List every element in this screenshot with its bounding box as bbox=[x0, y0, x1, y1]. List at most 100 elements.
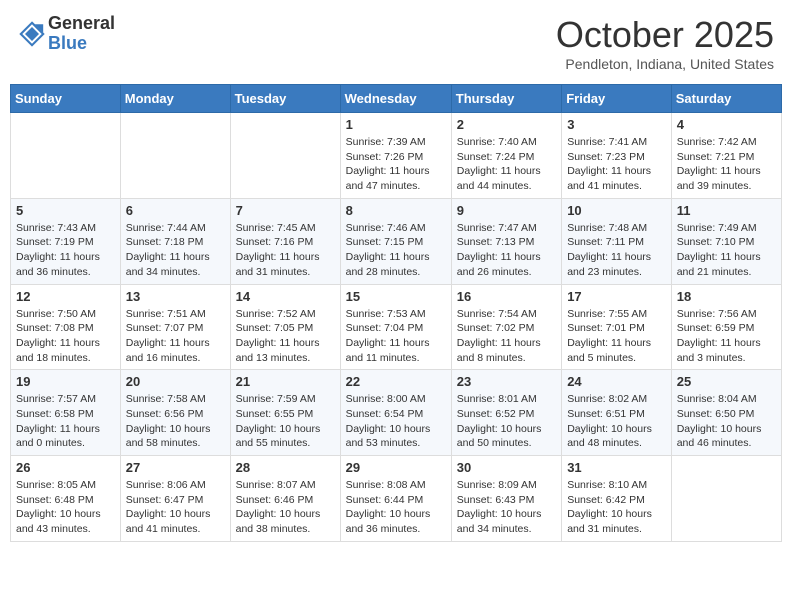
day-cell: 31 Sunrise: 8:10 AMSunset: 6:42 PMDayligh… bbox=[562, 456, 672, 542]
day-number: 28 bbox=[236, 460, 335, 475]
day-content: Sunrise: 7:49 AMSunset: 7:10 PMDaylight:… bbox=[677, 221, 776, 280]
logo-blue: Blue bbox=[48, 34, 115, 54]
day-content: Sunrise: 7:41 AMSunset: 7:23 PMDaylight:… bbox=[567, 135, 666, 194]
day-content: Sunrise: 7:56 AMSunset: 6:59 PMDaylight:… bbox=[677, 307, 776, 366]
day-cell: 10 Sunrise: 7:48 AMSunset: 7:11 PMDayligh… bbox=[562, 198, 672, 284]
weekday-header-wednesday: Wednesday bbox=[340, 85, 451, 113]
day-cell: 7 Sunrise: 7:45 AMSunset: 7:16 PMDaylight… bbox=[230, 198, 340, 284]
day-cell: 25 Sunrise: 8:04 AMSunset: 6:50 PMDayligh… bbox=[671, 370, 781, 456]
page-header: General Blue October 2025 Pendleton, Ind… bbox=[10, 10, 782, 76]
day-cell bbox=[671, 456, 781, 542]
day-content: Sunrise: 7:42 AMSunset: 7:21 PMDaylight:… bbox=[677, 135, 776, 194]
day-cell bbox=[11, 113, 121, 199]
day-number: 30 bbox=[457, 460, 556, 475]
day-number: 23 bbox=[457, 374, 556, 389]
day-cell: 23 Sunrise: 8:01 AMSunset: 6:52 PMDayligh… bbox=[451, 370, 561, 456]
logo-icon bbox=[18, 20, 46, 48]
week-row-3: 12 Sunrise: 7:50 AMSunset: 7:08 PMDayligh… bbox=[11, 284, 782, 370]
day-cell: 1Sunrise: 7:39 AMSunset: 7:26 PMDaylight… bbox=[340, 113, 451, 199]
day-content: Sunrise: 7:43 AMSunset: 7:19 PMDaylight:… bbox=[16, 221, 115, 280]
day-number: 16 bbox=[457, 289, 556, 304]
day-number: 9 bbox=[457, 203, 556, 218]
day-number: 1 bbox=[346, 117, 446, 132]
day-content: Sunrise: 8:10 AMSunset: 6:42 PMDaylight:… bbox=[567, 478, 666, 537]
day-content: Sunrise: 7:40 AMSunset: 7:24 PMDaylight:… bbox=[457, 135, 556, 194]
day-number: 10 bbox=[567, 203, 666, 218]
day-content: Sunrise: 7:51 AMSunset: 7:07 PMDaylight:… bbox=[126, 307, 225, 366]
day-number: 4 bbox=[677, 117, 776, 132]
day-number: 26 bbox=[16, 460, 115, 475]
day-content: Sunrise: 7:44 AMSunset: 7:18 PMDaylight:… bbox=[126, 221, 225, 280]
day-number: 7 bbox=[236, 203, 335, 218]
day-content: Sunrise: 8:09 AMSunset: 6:43 PMDaylight:… bbox=[457, 478, 556, 537]
weekday-header-row: SundayMondayTuesdayWednesdayThursdayFrid… bbox=[11, 85, 782, 113]
day-content: Sunrise: 7:48 AMSunset: 7:11 PMDaylight:… bbox=[567, 221, 666, 280]
day-number: 22 bbox=[346, 374, 446, 389]
day-cell: 17Sunrise: 7:55 AMSunset: 7:01 PMDayligh… bbox=[562, 284, 672, 370]
day-content: Sunrise: 7:58 AMSunset: 6:56 PMDaylight:… bbox=[126, 392, 225, 451]
month-title: October 2025 bbox=[556, 14, 774, 56]
day-number: 29 bbox=[346, 460, 446, 475]
week-row-4: 19 Sunrise: 7:57 AMSunset: 6:58 PMDayligh… bbox=[11, 370, 782, 456]
day-content: Sunrise: 8:06 AMSunset: 6:47 PMDaylight:… bbox=[126, 478, 225, 537]
day-number: 8 bbox=[346, 203, 446, 218]
day-cell: 19 Sunrise: 7:57 AMSunset: 6:58 PMDayligh… bbox=[11, 370, 121, 456]
day-content: Sunrise: 7:53 AMSunset: 7:04 PMDaylight:… bbox=[346, 307, 446, 366]
day-number: 18 bbox=[677, 289, 776, 304]
day-number: 31 bbox=[567, 460, 666, 475]
day-number: 25 bbox=[677, 374, 776, 389]
day-content: Sunrise: 7:46 AMSunset: 7:15 PMDaylight:… bbox=[346, 221, 446, 280]
day-cell: 27 Sunrise: 8:06 AMSunset: 6:47 PMDayligh… bbox=[120, 456, 230, 542]
day-number: 14 bbox=[236, 289, 335, 304]
day-cell: 24 Sunrise: 8:02 AMSunset: 6:51 PMDayligh… bbox=[562, 370, 672, 456]
day-cell: 2 Sunrise: 7:40 AMSunset: 7:24 PMDaylight… bbox=[451, 113, 561, 199]
day-content: Sunrise: 8:01 AMSunset: 6:52 PMDaylight:… bbox=[457, 392, 556, 451]
day-content: Sunrise: 7:57 AMSunset: 6:58 PMDaylight:… bbox=[16, 392, 115, 451]
location: Pendleton, Indiana, United States bbox=[556, 56, 774, 72]
day-number: 24 bbox=[567, 374, 666, 389]
day-cell: 22 Sunrise: 8:00 AMSunset: 6:54 PMDayligh… bbox=[340, 370, 451, 456]
week-row-2: 5Sunrise: 7:43 AMSunset: 7:19 PMDaylight… bbox=[11, 198, 782, 284]
day-cell: 9 Sunrise: 7:47 AMSunset: 7:13 PMDaylight… bbox=[451, 198, 561, 284]
day-cell: 29Sunrise: 8:08 AMSunset: 6:44 PMDayligh… bbox=[340, 456, 451, 542]
day-content: Sunrise: 7:50 AMSunset: 7:08 PMDaylight:… bbox=[16, 307, 115, 366]
logo-text: General Blue bbox=[48, 14, 115, 54]
day-content: Sunrise: 7:45 AMSunset: 7:16 PMDaylight:… bbox=[236, 221, 335, 280]
weekday-header-thursday: Thursday bbox=[451, 85, 561, 113]
day-number: 19 bbox=[16, 374, 115, 389]
weekday-header-friday: Friday bbox=[562, 85, 672, 113]
day-content: Sunrise: 8:07 AMSunset: 6:46 PMDaylight:… bbox=[236, 478, 335, 537]
day-cell: 28 Sunrise: 8:07 AMSunset: 6:46 PMDayligh… bbox=[230, 456, 340, 542]
day-number: 11 bbox=[677, 203, 776, 218]
weekday-header-sunday: Sunday bbox=[11, 85, 121, 113]
day-cell: 16Sunrise: 7:54 AMSunset: 7:02 PMDayligh… bbox=[451, 284, 561, 370]
day-cell: 4 Sunrise: 7:42 AMSunset: 7:21 PMDaylight… bbox=[671, 113, 781, 199]
day-number: 21 bbox=[236, 374, 335, 389]
day-number: 27 bbox=[126, 460, 225, 475]
day-cell: 13 Sunrise: 7:51 AMSunset: 7:07 PMDayligh… bbox=[120, 284, 230, 370]
week-row-1: 1Sunrise: 7:39 AMSunset: 7:26 PMDaylight… bbox=[11, 113, 782, 199]
day-content: Sunrise: 8:00 AMSunset: 6:54 PMDaylight:… bbox=[346, 392, 446, 451]
day-cell: 20Sunrise: 7:58 AMSunset: 6:56 PMDayligh… bbox=[120, 370, 230, 456]
week-row-5: 26 Sunrise: 8:05 AMSunset: 6:48 PMDayligh… bbox=[11, 456, 782, 542]
logo-general: General bbox=[48, 14, 115, 34]
day-content: Sunrise: 7:47 AMSunset: 7:13 PMDaylight:… bbox=[457, 221, 556, 280]
day-cell: 14 Sunrise: 7:52 AMSunset: 7:05 PMDayligh… bbox=[230, 284, 340, 370]
day-number: 12 bbox=[16, 289, 115, 304]
day-number: 6 bbox=[126, 203, 225, 218]
day-cell: 21 Sunrise: 7:59 AMSunset: 6:55 PMDayligh… bbox=[230, 370, 340, 456]
day-content: Sunrise: 8:04 AMSunset: 6:50 PMDaylight:… bbox=[677, 392, 776, 451]
weekday-header-tuesday: Tuesday bbox=[230, 85, 340, 113]
day-content: Sunrise: 8:02 AMSunset: 6:51 PMDaylight:… bbox=[567, 392, 666, 451]
day-cell: 5Sunrise: 7:43 AMSunset: 7:19 PMDaylight… bbox=[11, 198, 121, 284]
day-cell: 18 Sunrise: 7:56 AMSunset: 6:59 PMDayligh… bbox=[671, 284, 781, 370]
day-content: Sunrise: 8:05 AMSunset: 6:48 PMDaylight:… bbox=[16, 478, 115, 537]
weekday-header-saturday: Saturday bbox=[671, 85, 781, 113]
day-number: 2 bbox=[457, 117, 556, 132]
day-number: 13 bbox=[126, 289, 225, 304]
day-content: Sunrise: 7:59 AMSunset: 6:55 PMDaylight:… bbox=[236, 392, 335, 451]
day-content: Sunrise: 7:52 AMSunset: 7:05 PMDaylight:… bbox=[236, 307, 335, 366]
day-cell: 15Sunrise: 7:53 AMSunset: 7:04 PMDayligh… bbox=[340, 284, 451, 370]
weekday-header-monday: Monday bbox=[120, 85, 230, 113]
day-content: Sunrise: 7:55 AMSunset: 7:01 PMDaylight:… bbox=[567, 307, 666, 366]
